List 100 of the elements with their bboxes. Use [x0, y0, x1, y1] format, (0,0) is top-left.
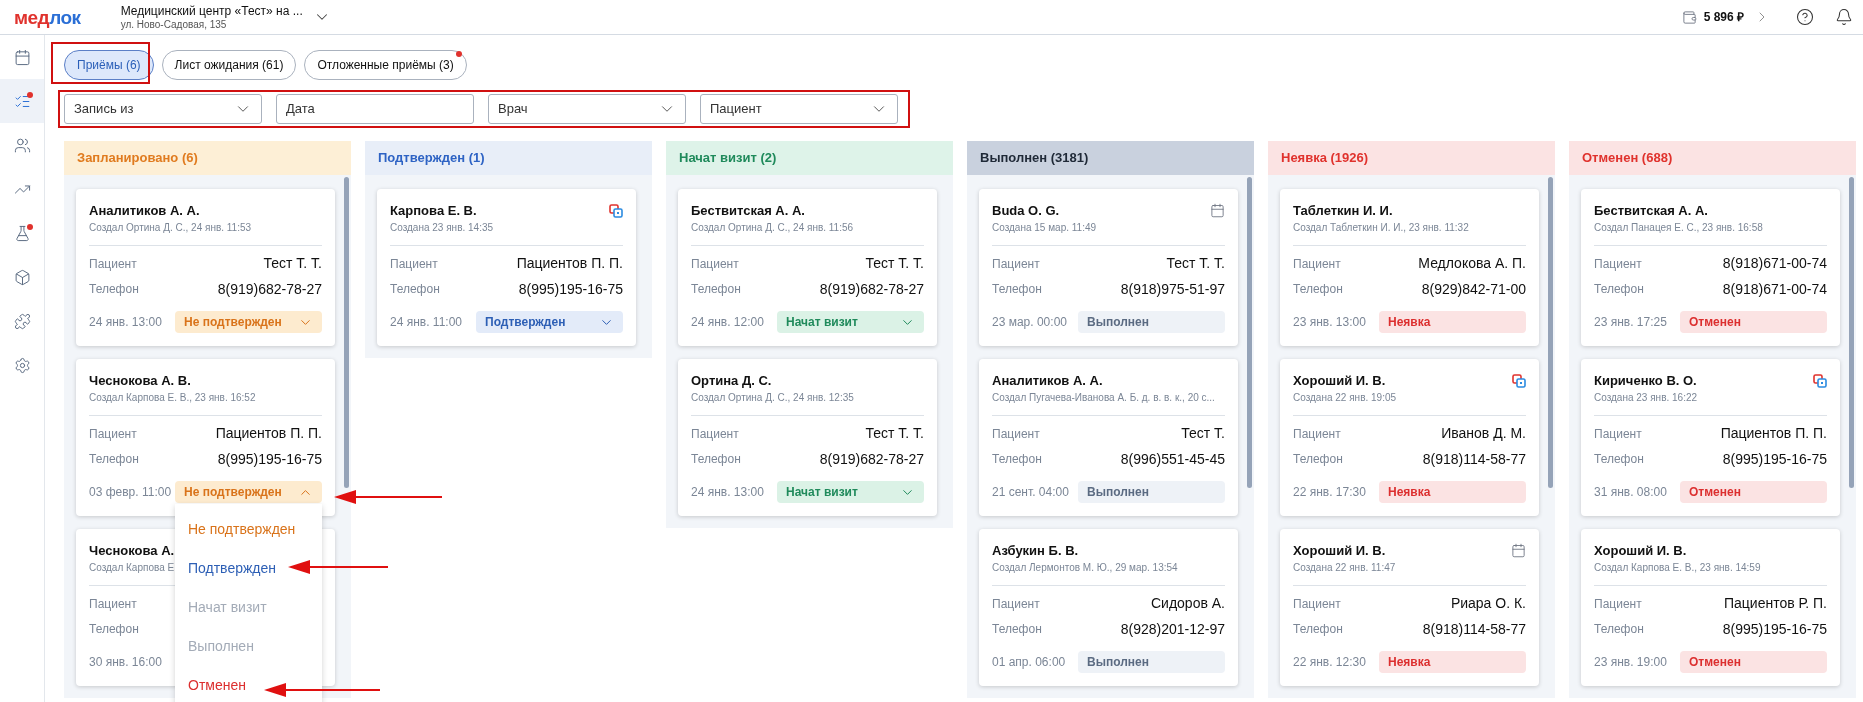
- notifications-icon[interactable]: [1835, 8, 1853, 26]
- field-value: 8(919)682-78-27: [217, 279, 322, 299]
- field-label: Телефон: [992, 451, 1042, 469]
- column-header: Запланировано (6): [64, 141, 351, 175]
- status-dropdown[interactable]: Начат визит: [777, 311, 924, 333]
- card-title: Таблеткин И. И.: [1293, 202, 1393, 219]
- menu-item[interactable]: Подтвержден: [175, 549, 322, 588]
- card-subtitle: Создал Лермонтов М. Ю., 29 мар. 13:54: [992, 561, 1178, 575]
- appointment-time: 24 янв. 13:00: [691, 484, 764, 501]
- card-title: Бествитская А. А.: [1594, 202, 1708, 219]
- field-label: Пациент: [992, 595, 1040, 613]
- field-label: Пациент: [1594, 425, 1642, 443]
- card-title: Buda O. G.: [992, 202, 1060, 219]
- calendar-icon: [13, 48, 31, 66]
- appointment-time: 23 янв. 19:00: [1594, 654, 1667, 671]
- field-value: 8(928)201-12-97: [1120, 619, 1225, 639]
- card-subtitle: Создал Ортина Д. С., 24 янв. 11:56: [691, 221, 854, 235]
- card-subtitle: Создал Пугачева-Иванова А. Б. д. в. в. к., 20 с...: [992, 391, 1215, 405]
- calendar-icon: [1210, 203, 1225, 218]
- card-title: Хороший И. В.: [1293, 542, 1386, 559]
- field-label: Пациент: [992, 255, 1040, 273]
- appointment-card[interactable]: Бествитская А. А. Создал Ортина Д. С., 24 янв. 11:56 Пациент Тест Т. Т. Телефон 8(919)682-78-27 24 янв. 12:00 Начат визит: [678, 189, 937, 346]
- column-header: Начат визит (2): [666, 141, 953, 175]
- field-value: 8(996)551-45-45: [1120, 449, 1225, 469]
- field-label: Пациент: [691, 255, 739, 273]
- appointment-card[interactable]: Хороший И. В. Создана 22 янв. 11:47 Пациент Риара О. К. Телефон 8(918)114-58-77 22 янв. 12:30 Неявка: [1280, 529, 1539, 686]
- field-label: Пациент: [1594, 255, 1642, 273]
- field-label: Пациент: [691, 425, 739, 443]
- clinic-name: Медицинский центр «Тест» на ...: [120, 3, 303, 18]
- appointment-card[interactable]: Buda O. G. Создана 15 мар. 11:49 Пациент Тест Т. Т. Телефон 8(918)975-51-97 23 мар. 00:00 Выполнен: [979, 189, 1238, 346]
- date-field[interactable]: Дата: [276, 94, 474, 124]
- help-icon[interactable]: [1796, 8, 1814, 26]
- logo[interactable]: медлок: [14, 7, 81, 27]
- clinic-address: ул. Ново-Садовая, 135: [120, 18, 228, 31]
- field-value: 8(929)842-71-00: [1421, 279, 1526, 299]
- wallet-icon: [1681, 9, 1697, 25]
- scrollbar-thumb[interactable]: [1548, 177, 1553, 488]
- balance: 5 896 ₽: [1703, 9, 1744, 26]
- field-label: Телефон: [89, 451, 139, 469]
- appointment-card[interactable]: Хороший И. В. Создал Карпова Е. В., 23 янв. 14:59 Пациент Пациентов Р. П. Телефон 8(995)195-16-75 23 янв. 19:00 Отменен: [1581, 529, 1840, 686]
- tab[interactable]: Лист ожидания (61): [161, 50, 297, 80]
- field-value: Тест Т. Т.: [865, 424, 924, 444]
- appointment-card[interactable]: Ортина Д. С. Создал Ортина Д. С., 24 янв. 12:35 Пациент Тест Т. Т. Телефон 8(919)682-78-27 24 янв. 13:00 Начат визит: [678, 359, 937, 516]
- field-label: Телефон: [89, 281, 139, 299]
- field-label: Телефон: [992, 281, 1042, 299]
- field-label: Телефон: [1594, 621, 1644, 639]
- status-dropdown: Неявка: [1379, 651, 1526, 673]
- appointment-card[interactable]: Аналитиков А. А. Создал Пугачева-Иванова А. Б. д. в. в. к., 20 с... Пациент Тест Т. Телефон 8(996)551-45-45 21 сент. 04:00 Выполнен: [979, 359, 1238, 516]
- card-subtitle: Создал Ортина Д. С., 24 янв. 11:53: [89, 221, 252, 235]
- appointment-card[interactable]: Аналитиков А. А. Создал Ортина Д. С., 24 янв. 11:53 Пациент Тест Т. Т. Телефон 8(919)682-78-27 24 янв. 13:00 Не подтвержден: [76, 189, 335, 346]
- field-label: Пациент: [390, 255, 438, 273]
- sidebar-item[interactable]: [0, 79, 44, 123]
- appointment-card[interactable]: Карпова Е. В. Создана 23 янв. 14:35 Пациент Пациентов П. П. Телефон 8(995)195-16-75 24 янв. 11:00 Подтвержден: [377, 189, 636, 346]
- field-value: Пациентов П. П.: [516, 254, 623, 274]
- filter-dropdown[interactable]: Запись из: [64, 94, 262, 124]
- filter-dropdown[interactable]: Пациент: [700, 94, 898, 124]
- field-value: 8(919)682-78-27: [819, 279, 924, 299]
- card-title: Чеснокова А. В.: [89, 372, 191, 389]
- field-value: 8(995)195-16-75: [1722, 449, 1827, 469]
- card-title: Аналитиков А. А.: [992, 372, 1103, 389]
- field-label: Телефон: [1293, 621, 1343, 639]
- field-label: Пациент: [1293, 425, 1341, 443]
- scrollbar-thumb[interactable]: [344, 177, 349, 488]
- appointment-card[interactable]: Бествитская А. А. Создал Панацея Е. С., 23 янв. 16:58 Пациент 8(918)671-00-74 Телефон 8(918)671-00-74 23 янв. 17:25 Отменен: [1581, 189, 1840, 346]
- card-subtitle: Создал Ортина Д. С., 24 янв. 12:35: [691, 391, 854, 405]
- card-subtitle: Создал Карпова Е. В., 23 янв. 16:52: [89, 391, 256, 405]
- field-value: Риара О. К.: [1450, 594, 1526, 614]
- filter-dropdown[interactable]: Врач: [488, 94, 686, 124]
- appointment-time: 23 янв. 13:00: [1293, 314, 1366, 331]
- tab[interactable]: Приёмы (6): [64, 50, 154, 80]
- field-value: 8(995)195-16-75: [518, 279, 623, 299]
- settings-icon: [13, 356, 31, 374]
- field-label: Телефон: [1594, 451, 1644, 469]
- field-label: Телефон: [992, 621, 1042, 639]
- card-subtitle: Создана 23 янв. 16:22: [1594, 391, 1698, 405]
- menu-item[interactable]: Отменен: [175, 666, 322, 702]
- flask-icon: [13, 224, 31, 242]
- appointment-card[interactable]: Азбукин Б. В. Создал Лермонтов М. Ю., 29 мар. 13:54 Пациент Сидоров А. Телефон 8(928)201-12-97 01 апр. 06:00 Выполнен: [979, 529, 1238, 686]
- field-value: Пациентов П. П.: [1720, 424, 1827, 444]
- card-title: Карпова Е. В.: [390, 202, 477, 219]
- scrollbar-thumb[interactable]: [1849, 177, 1854, 488]
- field-value: 8(918)671-00-74: [1722, 279, 1827, 299]
- card-subtitle: Создана 22 янв. 19:05: [1293, 391, 1397, 405]
- field-label: Пациент: [1293, 255, 1341, 273]
- card-subtitle: Создал Таблеткин И. И., 23 янв. 11:32: [1293, 221, 1469, 235]
- field-value: 8(995)195-16-75: [1722, 619, 1827, 639]
- card-title: Хороший И. В.: [1293, 372, 1386, 389]
- status-dropdown[interactable]: Начат визит: [777, 481, 924, 503]
- field-value: Иванов Д. М.: [1441, 424, 1526, 444]
- field-value: Тест Т. Т.: [1166, 254, 1225, 274]
- appointment-card[interactable]: Таблеткин И. И. Создал Таблеткин И. И., 23 янв. 11:32 Пациент Медлокова А. П. Телефон 8(929)842-71-00 23 янв. 13:00 Неявка: [1280, 189, 1539, 346]
- column-header: Подтвержден (1): [365, 141, 652, 175]
- linked-squares-icon: [1512, 373, 1526, 388]
- appointment-card[interactable]: Кириченко В. О. Создана 23 янв. 16:22 Пациент Пациентов П. П. Телефон 8(995)195-16-75 31 янв. 08:00 Отменен: [1581, 359, 1840, 516]
- card-subtitle: Создана 23 янв. 14:35: [390, 221, 494, 235]
- card-title: Хороший И. В.: [1594, 542, 1687, 559]
- scrollbar-thumb[interactable]: [1247, 177, 1252, 488]
- tab[interactable]: Отложенные приёмы (3): [304, 50, 467, 80]
- status-dropdown[interactable]: Подтвержден: [476, 311, 623, 333]
- appointment-card[interactable]: Хороший И. В. Создана 22 янв. 19:05 Пациент Иванов Д. М. Телефон 8(918)114-58-77 22 янв. 17:30 Неявка: [1280, 359, 1539, 516]
